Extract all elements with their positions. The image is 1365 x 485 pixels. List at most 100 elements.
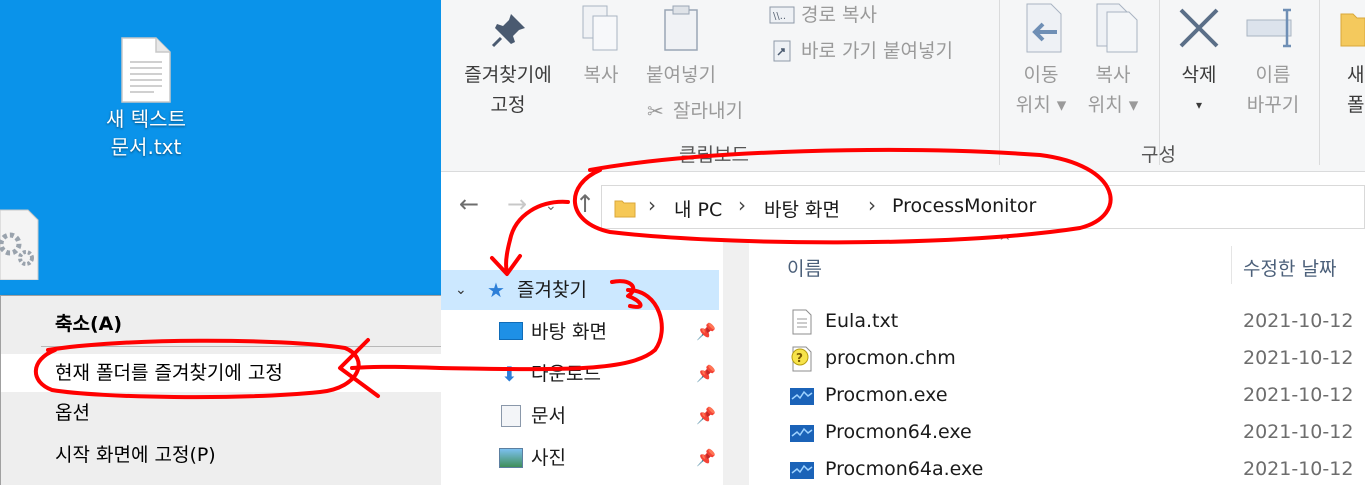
file-name: Procmon64a.exe [825,458,984,480]
menu-item-pin-current-folder[interactable]: 현재 폴더를 즐겨찾기에 고정 [1,354,459,392]
paste-shortcut-button[interactable]: 바로 가기 붙여넣기 [801,36,953,66]
nav-item-label: 바탕 화면 [531,321,607,343]
ribbon-separator [999,0,1000,165]
move-label-2: 위치 ▾ [1015,94,1067,116]
file-date: 2021-10-12 [1243,384,1354,406]
sort-ascending-icon: ^ [999,234,1011,250]
file-explorer-window: 즐겨찾기에 고정 복사 붙여넣기 \\.. 경로 복사 바로 가기 붙여넣기 ✂… [441,0,1365,485]
help-file-icon: ? [791,346,812,372]
menu-item-collapse[interactable]: 축소(A) [1,305,459,343]
pin-to-quick-access-button[interactable]: 즐겨찾기에 고정 [453,60,563,120]
breadcrumb-chevron-icon[interactable]: › [868,193,876,217]
column-header-date-modified[interactable]: 수정한 날짜 [1243,254,1336,281]
breadcrumb-processmonitor[interactable]: ProcessMonitor [892,195,1036,217]
file-row[interactable]: Procmon64a.exe 2021-10-12 [749,452,1365,485]
rename-button[interactable]: 이름 바꾸기 [1237,60,1309,120]
desktop-file-label: 새 텍스트 [106,107,186,131]
pin-icon[interactable]: 📌 [696,396,716,436]
file-name: Procmon.exe [825,384,948,406]
group-label-organize: 구성 [1141,144,1176,166]
breadcrumb-this-pc[interactable]: 내 PC [674,195,722,222]
menu-item-options[interactable]: 옵션 [1,394,459,432]
copy-icon [582,5,618,51]
file-name: procmon.chm [825,347,956,369]
document-icon [501,405,521,427]
nav-item-desktop[interactable]: 바탕 화면 📌 [441,312,719,352]
desktop-icon [499,322,523,340]
back-arrow-icon[interactable]: ← [459,190,479,218]
procmon-app-icon [790,425,814,442]
pin-label-1: 즐겨찾기에 [464,64,552,86]
file-list: ^ 이름 수정한 날짜 Eula.txt 2021-10-12 ? procmo… [749,234,1365,485]
nav-item-downloads[interactable]: ⬇ 다운로드 📌 [441,354,719,394]
column-divider[interactable] [1231,246,1232,284]
desktop-file-label-2: 문서.txt [110,135,182,159]
file-row[interactable]: ? procmon.chm 2021-10-12 [749,341,1365,378]
column-header-name[interactable]: 이름 [787,254,822,281]
navigation-pane: ⌄ ★ 즐겨찾기 바탕 화면 📌 ⬇ 다운로드 📌 문서 📌 사진 📌 [441,242,749,485]
svg-text:\\..: \\.. [773,11,786,22]
file-name: Eula.txt [825,310,899,332]
copy-to-icon [1096,3,1138,53]
cut-button[interactable]: 잘라내기 [673,96,743,126]
file-row[interactable]: Procmon64.exe 2021-10-12 [749,415,1365,452]
procmon-app-icon [790,388,814,405]
copy-path-button[interactable]: 경로 복사 [801,0,877,30]
breadcrumb-desktop[interactable]: 바탕 화면 [764,195,840,222]
move-to-icon [1026,3,1062,53]
delete-button[interactable]: 삭제 ▾ [1167,60,1231,120]
scissors-icon: ✂ [647,99,664,123]
rename-label-1: 이름 [1255,64,1291,86]
forward-arrow-icon[interactable]: → [507,190,527,218]
file-name: Procmon64.exe [825,421,972,443]
file-date: 2021-10-12 [1243,310,1354,332]
breadcrumb-chevron-icon[interactable]: › [738,193,746,217]
nav-item-label: 즐겨찾기 [517,279,587,301]
move-to-button[interactable]: 이동 위치 ▾ [1009,60,1073,120]
desktop-file-new-text-document[interactable]: 새 텍스트 문서.txt [96,36,196,162]
menu-item-pin-to-start[interactable]: 시작 화면에 고정(P) [1,436,459,474]
nav-item-label: 사진 [531,447,566,469]
new-label-1: 새 [1347,64,1365,86]
folder-icon [614,200,636,218]
copyto-label-1: 복사 [1095,64,1131,86]
paste-shortcut-icon [773,40,791,62]
new-folder-button[interactable]: 새 폴더 [1347,60,1365,120]
paste-button[interactable]: 붙여넣기 [637,60,725,90]
text-file-icon [121,37,171,103]
rename-label-2: 바꾸기 [1246,94,1300,116]
copy-path-icon: \\.. [769,6,795,24]
chevron-down-icon[interactable]: ⌄ [455,270,467,310]
file-row[interactable]: Procmon.exe 2021-10-12 [749,378,1365,415]
delete-x-icon [1179,8,1219,48]
up-arrow-icon[interactable]: ↑ [575,190,595,218]
star-icon: ★ [487,278,505,302]
pin-icon [491,14,525,48]
nav-item-quick-access[interactable]: ⌄ ★ 즐겨찾기 [441,270,719,310]
nav-pane-scrollbar[interactable] [723,242,749,485]
file-row[interactable]: Eula.txt 2021-10-12 [749,304,1365,341]
navigation-bar: ← → ⌄ ↑ › 내 PC › 바탕 화면 › ProcessMonitor [441,172,1365,242]
pin-label-2: 고정 [490,94,526,116]
new-folder-icon [1340,13,1365,47]
download-arrow-icon: ⬇ [501,362,518,386]
svg-text:?: ? [796,351,803,365]
pin-icon[interactable]: 📌 [696,438,716,478]
settings-file-icon[interactable] [0,208,40,280]
pin-icon[interactable]: 📌 [696,312,716,352]
file-date: 2021-10-12 [1243,458,1354,480]
nav-item-documents[interactable]: 문서 📌 [441,396,719,436]
recent-locations-chevron-icon[interactable]: ⌄ [545,198,557,214]
copy-button[interactable]: 복사 [573,60,629,90]
rename-icon [1246,8,1292,48]
group-label-clipboard: 클립보드 [679,144,749,166]
ribbon: 즐겨찾기에 고정 복사 붙여넣기 \\.. 경로 복사 바로 가기 붙여넣기 ✂… [441,0,1365,172]
copyto-label-2: 위치 ▾ [1087,94,1139,116]
pin-icon[interactable]: 📌 [696,354,716,394]
delete-label-1: 삭제 [1181,64,1217,86]
copy-to-button[interactable]: 복사 위치 ▾ [1081,60,1145,120]
address-bar[interactable]: › 내 PC › 바탕 화면 › ProcessMonitor [601,185,1365,229]
picture-icon [499,448,523,468]
nav-item-pictures[interactable]: 사진 📌 [441,438,719,478]
breadcrumb-chevron-icon[interactable]: › [648,193,656,217]
